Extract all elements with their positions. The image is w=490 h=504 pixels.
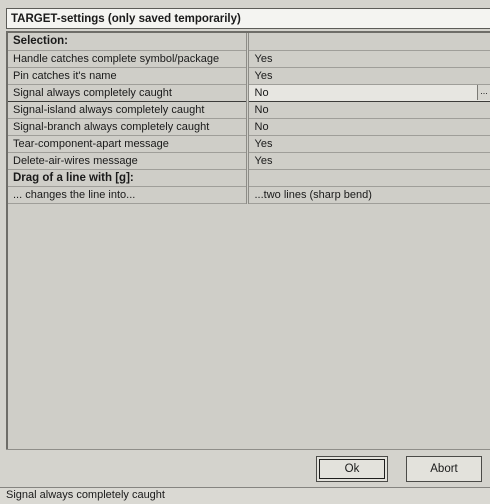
- section-label: Selection:: [8, 33, 249, 51]
- row-handle-catches[interactable]: Handle catches complete symbol/package Y…: [8, 50, 490, 68]
- row-value[interactable]: No: [247, 118, 490, 136]
- row-signal-always-caught[interactable]: Signal always completely caught No ...: [8, 83, 490, 102]
- row-value[interactable]: No: [247, 101, 490, 119]
- row-signal-island-caught[interactable]: Signal-island always completely caught N…: [8, 101, 490, 119]
- ok-button[interactable]: Ok: [316, 456, 388, 482]
- row-value[interactable]: Yes: [247, 152, 490, 170]
- row-label: Signal-island always completely caught: [8, 101, 249, 119]
- row-label: Handle catches complete symbol/package: [8, 50, 249, 68]
- section-selection: Selection:: [8, 33, 490, 51]
- dialog-title: TARGET-settings (only saved temporarily): [6, 8, 490, 29]
- settings-table: Selection: Handle catches complete symbo…: [8, 33, 490, 204]
- section-label: Drag of a line with [g]:: [8, 169, 249, 187]
- row-signal-branch-caught[interactable]: Signal-branch always completely caught N…: [8, 118, 490, 136]
- row-value[interactable]: Yes: [247, 50, 490, 68]
- button-bar: Ok Abort: [6, 449, 490, 488]
- row-value-text: No: [254, 86, 269, 99]
- target-settings-dialog: TARGET-settings (only saved temporarily)…: [0, 0, 490, 504]
- row-label: Signal always completely caught: [8, 83, 249, 102]
- row-delete-air-wires-message[interactable]: Delete-air-wires message Yes: [8, 152, 490, 170]
- section-value: [247, 33, 490, 51]
- row-label: Delete-air-wires message: [8, 152, 249, 170]
- row-changes-line-into[interactable]: ... changes the line into... ...two line…: [8, 186, 490, 204]
- row-value-editor[interactable]: No ...: [247, 83, 490, 102]
- row-value[interactable]: ...two lines (sharp bend): [247, 186, 490, 204]
- row-value[interactable]: Yes: [247, 135, 490, 153]
- row-label: ... changes the line into...: [8, 186, 249, 204]
- row-label: Tear-component-apart message: [8, 135, 249, 153]
- row-tear-component-message[interactable]: Tear-component-apart message Yes: [8, 135, 490, 153]
- status-bar: Signal always completely caught: [0, 487, 490, 504]
- property-grid: Selection: Handle catches complete symbo…: [6, 31, 490, 449]
- row-value[interactable]: Yes: [247, 67, 490, 85]
- row-label: Pin catches it's name: [8, 67, 249, 85]
- abort-button[interactable]: Abort: [406, 456, 482, 482]
- section-drag-line: Drag of a line with [g]:: [8, 169, 490, 187]
- row-pin-catches-name[interactable]: Pin catches it's name Yes: [8, 67, 490, 85]
- row-label: Signal-branch always completely caught: [8, 118, 249, 136]
- ellipsis-button[interactable]: ...: [477, 85, 490, 100]
- section-value: [247, 169, 490, 187]
